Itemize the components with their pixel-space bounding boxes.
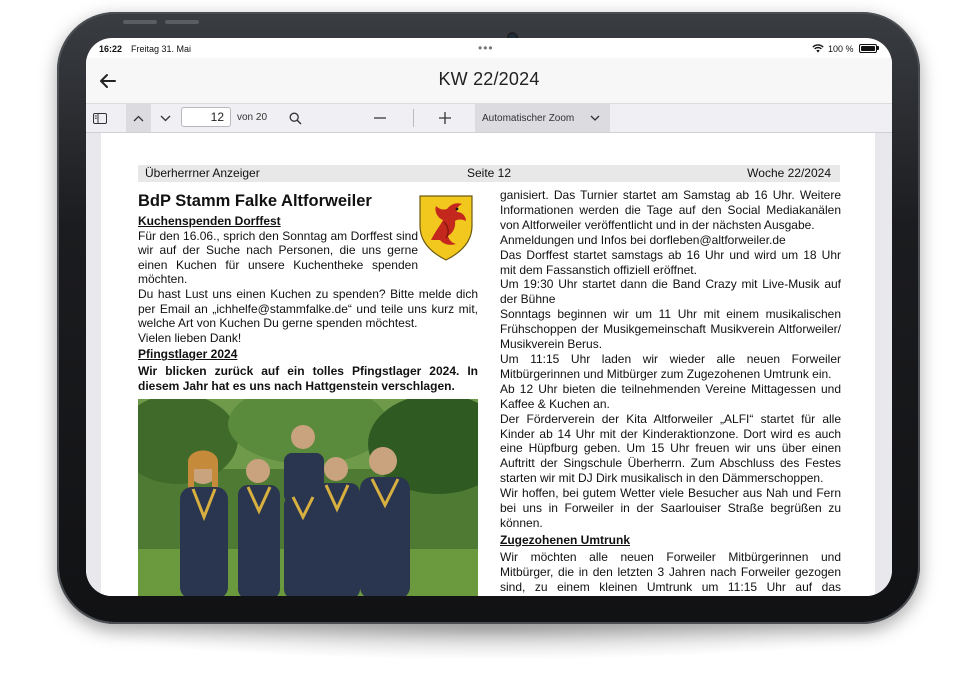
- page-number-input[interactable]: [181, 107, 231, 127]
- group-photo: [138, 399, 478, 596]
- left-column: BdP Stamm Falke Altforweiler Kuchenspend…: [138, 190, 478, 393]
- paragraph-sunday: Sonntags beginnen wir um 11 Uhr mit eine…: [500, 307, 841, 352]
- paragraph-cake-2: Du hast Lust uns einen Kuchen zu spenden…: [138, 286, 478, 331]
- battery-icon: [859, 44, 877, 53]
- paragraph-thanks: Vielen lieben Dank!: [138, 330, 242, 345]
- subheading-camp: Pfingstlager 2024: [138, 347, 238, 362]
- minus-icon: [374, 117, 386, 119]
- header-week: Woche 22/2024: [747, 166, 831, 180]
- wifi-icon: [812, 44, 824, 53]
- pdf-toolbar: von 20 Automatischer Zoom: [86, 104, 892, 133]
- search-button[interactable]: [286, 104, 304, 132]
- zoom-in-button[interactable]: [436, 104, 454, 132]
- pdf-page: Überherrner Anzeiger Seite 12 Woche 22/2…: [101, 133, 875, 596]
- navigation-bar: KW 22/2024: [86, 58, 892, 104]
- zoom-select-label: Automatischer Zoom: [482, 113, 575, 124]
- paragraph-cake-1: Für den 16.06., sprich den Sonntag am Do…: [138, 228, 418, 287]
- zoom-out-button[interactable]: [371, 104, 389, 132]
- document-title: KW 22/2024: [438, 69, 540, 89]
- paragraph-band: Um 19:30 Uhr startet dann die Band Crazy…: [500, 277, 841, 307]
- paragraph-closing: Wir hoffen, bei gutem Wetter viele Besuc…: [500, 486, 841, 530]
- paragraph-lunch: Ab 12 Uhr bieten die teilnehmenden Verei…: [500, 381, 841, 411]
- volume-button-2: [165, 20, 199, 24]
- status-bar: 16:22 Freitag 31. Mai ••• 100 %: [86, 38, 892, 58]
- paragraph-tournament: ganisiert. Das Turnier startet am Samsta…: [500, 188, 841, 232]
- article-title: BdP Stamm Falke Altforweiler: [138, 192, 372, 210]
- right-column: ganisiert. Das Turnier startet am Samsta…: [500, 188, 841, 596]
- volume-button: [123, 20, 157, 24]
- zoom-select[interactable]: Automatischer Zoom: [475, 104, 610, 132]
- subheading-umtrunk: Zugezohenen Umtrunk: [500, 532, 631, 547]
- status-time: 16:22: [99, 44, 123, 54]
- paragraph-camp-lead: Wir blicken zurück auf ein tolles Pfings…: [138, 363, 478, 393]
- paragraph-umtrunk-time: Um 11:15 Uhr laden wir wieder alle neuen…: [500, 351, 841, 381]
- next-page-button[interactable]: [153, 104, 178, 132]
- paragraph-umtrunk: Wir möchten alle neuen Forweiler Mitbürg…: [500, 549, 841, 596]
- page-header: Überherrner Anzeiger Seite 12 Woche 22/2…: [138, 165, 840, 182]
- subheading-cake-donations: Kuchenspenden Dorffest: [138, 214, 281, 228]
- header-page-number: Seite 12: [466, 166, 512, 180]
- paragraph-opening: Das Dorffest startet samstags ab 16 Uhr …: [500, 247, 841, 277]
- document-viewer[interactable]: Überherrner Anzeiger Seite 12 Woche 22/2…: [86, 133, 892, 596]
- chevron-down-icon: [590, 115, 600, 121]
- previous-page-button[interactable]: [126, 104, 151, 132]
- battery-tip: [877, 46, 879, 50]
- paragraph-kita: Der Förderverein der Kita Altforweiler „…: [500, 411, 841, 486]
- plus-icon: [439, 112, 451, 124]
- status-date: Freitag 31. Mai: [131, 44, 192, 54]
- chevron-up-icon: [133, 115, 144, 121]
- sidebar-toggle-button[interactable]: [92, 104, 108, 132]
- screen: 16:22 Freitag 31. Mai ••• 100 % KW 22/20…: [86, 38, 892, 596]
- battery-percent: 100 %: [828, 44, 854, 54]
- page-count-label: von 20: [237, 112, 268, 123]
- multitasking-dots[interactable]: •••: [478, 41, 494, 55]
- search-icon: [289, 112, 301, 124]
- toolbar-separator: [413, 109, 414, 127]
- paragraph-registration: Anmeldungen und Infos bei dorfleben@altf…: [500, 232, 786, 247]
- chevron-down-icon: [160, 115, 171, 121]
- sidebar-icon: [93, 112, 107, 124]
